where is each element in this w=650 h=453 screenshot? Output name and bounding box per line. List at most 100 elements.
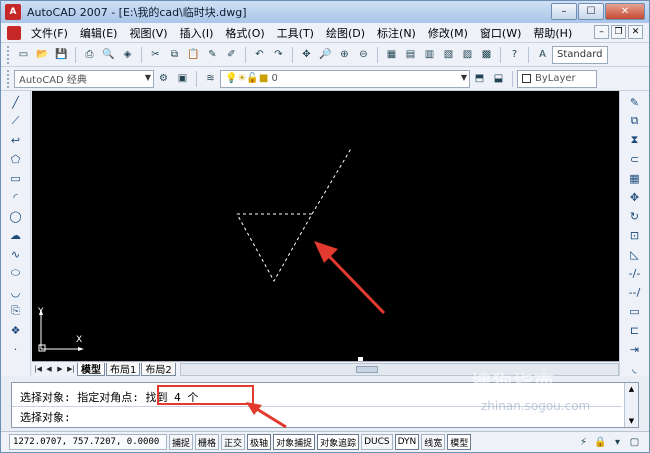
selected-triangle[interactable] [236, 213, 313, 283]
chamfer-icon[interactable]: ⇥ [626, 341, 644, 357]
sheet-set-icon[interactable]: ▧ [440, 46, 457, 63]
text-style-icon[interactable]: A [534, 46, 551, 63]
menu-file[interactable]: 文件(F) [25, 25, 74, 41]
polyline-icon[interactable]: ↩ [7, 132, 25, 148]
toolbar-grip[interactable] [7, 69, 11, 88]
menu-tools[interactable]: 工具(T) [271, 25, 320, 41]
command-scrollbar[interactable]: ▲ ▼ [624, 383, 638, 427]
doc-minimize-button[interactable]: – [594, 25, 609, 39]
otrack-toggle[interactable]: 对象追踪 [317, 434, 360, 450]
ducs-toggle[interactable]: DUCS [361, 434, 393, 450]
snap-toggle[interactable]: 捕捉 [169, 434, 194, 450]
prev-tab-button[interactable]: ◀ [44, 363, 54, 375]
communication-center-icon[interactable]: ⚡ [576, 435, 591, 450]
document-icon[interactable] [7, 25, 21, 40]
cut-icon[interactable]: ✂ [147, 46, 164, 63]
publish-icon[interactable]: ◈ [119, 46, 136, 63]
clean-screen-icon[interactable]: ▢ [627, 435, 642, 450]
grid-toggle[interactable]: 栅格 [195, 434, 220, 450]
tab-layout2[interactable]: 布局2 [141, 362, 176, 376]
layer-manager-icon[interactable]: ≋ [202, 70, 219, 87]
workspace-select[interactable]: AutoCAD 经典 ▼ [14, 69, 154, 88]
tab-model[interactable]: 模型 [77, 362, 105, 376]
first-tab-button[interactable]: |◀ [33, 363, 43, 375]
make-block-icon[interactable]: ❖ [7, 322, 25, 338]
menu-insert[interactable]: 插入(I) [174, 25, 220, 41]
line-icon[interactable]: ╱ [7, 94, 25, 110]
scroll-down-icon[interactable]: ▼ [629, 417, 634, 425]
layer-select[interactable]: 💡☀🔓■ 0 ▼ [220, 69, 470, 88]
stretch-icon[interactable]: ◺ [626, 246, 644, 262]
text-style-select[interactable]: Standard [552, 45, 608, 64]
tray-settings-icon[interactable]: ▾ [610, 435, 625, 450]
ortho-toggle[interactable]: 正交 [221, 434, 246, 450]
save-icon[interactable]: 💾 [53, 46, 70, 63]
calculator-icon[interactable]: ▩ [478, 46, 495, 63]
menu-format[interactable]: 格式(O) [219, 25, 270, 41]
plot-icon[interactable]: ⎙ [81, 46, 98, 63]
circle-icon[interactable]: ◯ [7, 208, 25, 224]
save-workspace-icon[interactable]: ▣ [174, 70, 191, 87]
copy-object-icon[interactable]: ⧉ [626, 113, 644, 129]
layer-previous-icon[interactable]: ⬓ [490, 70, 507, 87]
menu-dimension[interactable]: 标注(N) [371, 25, 422, 41]
fillet-icon[interactable]: ◟ [626, 360, 644, 376]
polygon-icon[interactable]: ⬠ [7, 151, 25, 167]
toolbar-grip[interactable] [7, 45, 11, 64]
menu-view[interactable]: 视图(V) [123, 25, 173, 41]
selected-line[interactable] [311, 146, 353, 215]
close-button[interactable]: ✕ [605, 3, 645, 20]
menu-edit[interactable]: 编辑(E) [74, 25, 124, 41]
workspace-settings-icon[interactable]: ⚙ [155, 70, 172, 87]
arc-icon[interactable]: ◜ [7, 189, 25, 205]
scale-icon[interactable]: ⊡ [626, 227, 644, 243]
drawing-area[interactable]: Y X [32, 91, 619, 361]
menu-modify[interactable]: 修改(M) [422, 25, 474, 41]
doc-close-button[interactable]: ✕ [628, 25, 643, 39]
move-icon[interactable]: ✥ [626, 189, 644, 205]
open-file-icon[interactable]: 📂 [34, 46, 51, 63]
zoom-previous-icon[interactable]: ⊖ [355, 46, 372, 63]
lock-icon[interactable]: 🔒 [593, 435, 608, 450]
osnap-toggle[interactable]: 对象捕捉 [273, 434, 316, 450]
insert-block-icon[interactable]: ⎘ [7, 303, 25, 319]
zoom-realtime-icon[interactable]: 🔎 [317, 46, 334, 63]
make-current-layer-icon[interactable]: ⬒ [471, 70, 488, 87]
trim-icon[interactable]: -/- [626, 265, 644, 281]
tool-palettes-icon[interactable]: ▥ [421, 46, 438, 63]
maximize-button[interactable]: ☐ [578, 3, 604, 20]
match-properties-icon[interactable]: ✎ [204, 46, 221, 63]
undo-icon[interactable]: ↶ [251, 46, 268, 63]
help-icon[interactable]: ? [506, 46, 523, 63]
pan-icon[interactable]: ✥ [298, 46, 315, 63]
array-icon[interactable]: ▦ [626, 170, 644, 186]
lineweight-toggle[interactable]: 线宽 [421, 434, 446, 450]
tab-layout1[interactable]: 布局1 [106, 362, 141, 376]
model-toggle[interactable]: 模型 [447, 434, 472, 450]
spline-icon[interactable]: ∿ [7, 246, 25, 262]
doc-restore-button[interactable]: ❐ [611, 25, 626, 39]
next-tab-button[interactable]: ▶ [55, 363, 65, 375]
erase-icon[interactable]: ✎ [626, 94, 644, 110]
break-icon[interactable]: ▭ [626, 303, 644, 319]
mirror-icon[interactable]: ⧗ [626, 132, 644, 148]
redo-icon[interactable]: ↷ [270, 46, 287, 63]
rectangle-icon[interactable]: ▭ [7, 170, 25, 186]
properties-icon[interactable]: ▦ [383, 46, 400, 63]
coordinate-readout[interactable]: 1272.0707, 757.7207, 0.0000 [9, 434, 167, 450]
color-select[interactable]: ByLayer [517, 69, 597, 88]
block-editor-icon[interactable]: ✐ [223, 46, 240, 63]
polar-toggle[interactable]: 极轴 [247, 434, 272, 450]
ellipse-arc-icon[interactable]: ◡ [7, 284, 25, 300]
ellipse-icon[interactable]: ⬭ [7, 265, 25, 281]
join-icon[interactable]: ⊏ [626, 322, 644, 338]
copy-icon[interactable]: ⧉ [166, 46, 183, 63]
plot-preview-icon[interactable]: 🔍 [100, 46, 117, 63]
new-file-icon[interactable]: ▭ [15, 46, 32, 63]
markup-icon[interactable]: ▨ [459, 46, 476, 63]
dyn-toggle[interactable]: DYN [394, 434, 420, 450]
menu-window[interactable]: 窗口(W) [474, 25, 527, 41]
construction-line-icon[interactable]: ⟋ [7, 113, 25, 129]
offset-icon[interactable]: ⊂ [626, 151, 644, 167]
last-tab-button[interactable]: ▶| [66, 363, 76, 375]
